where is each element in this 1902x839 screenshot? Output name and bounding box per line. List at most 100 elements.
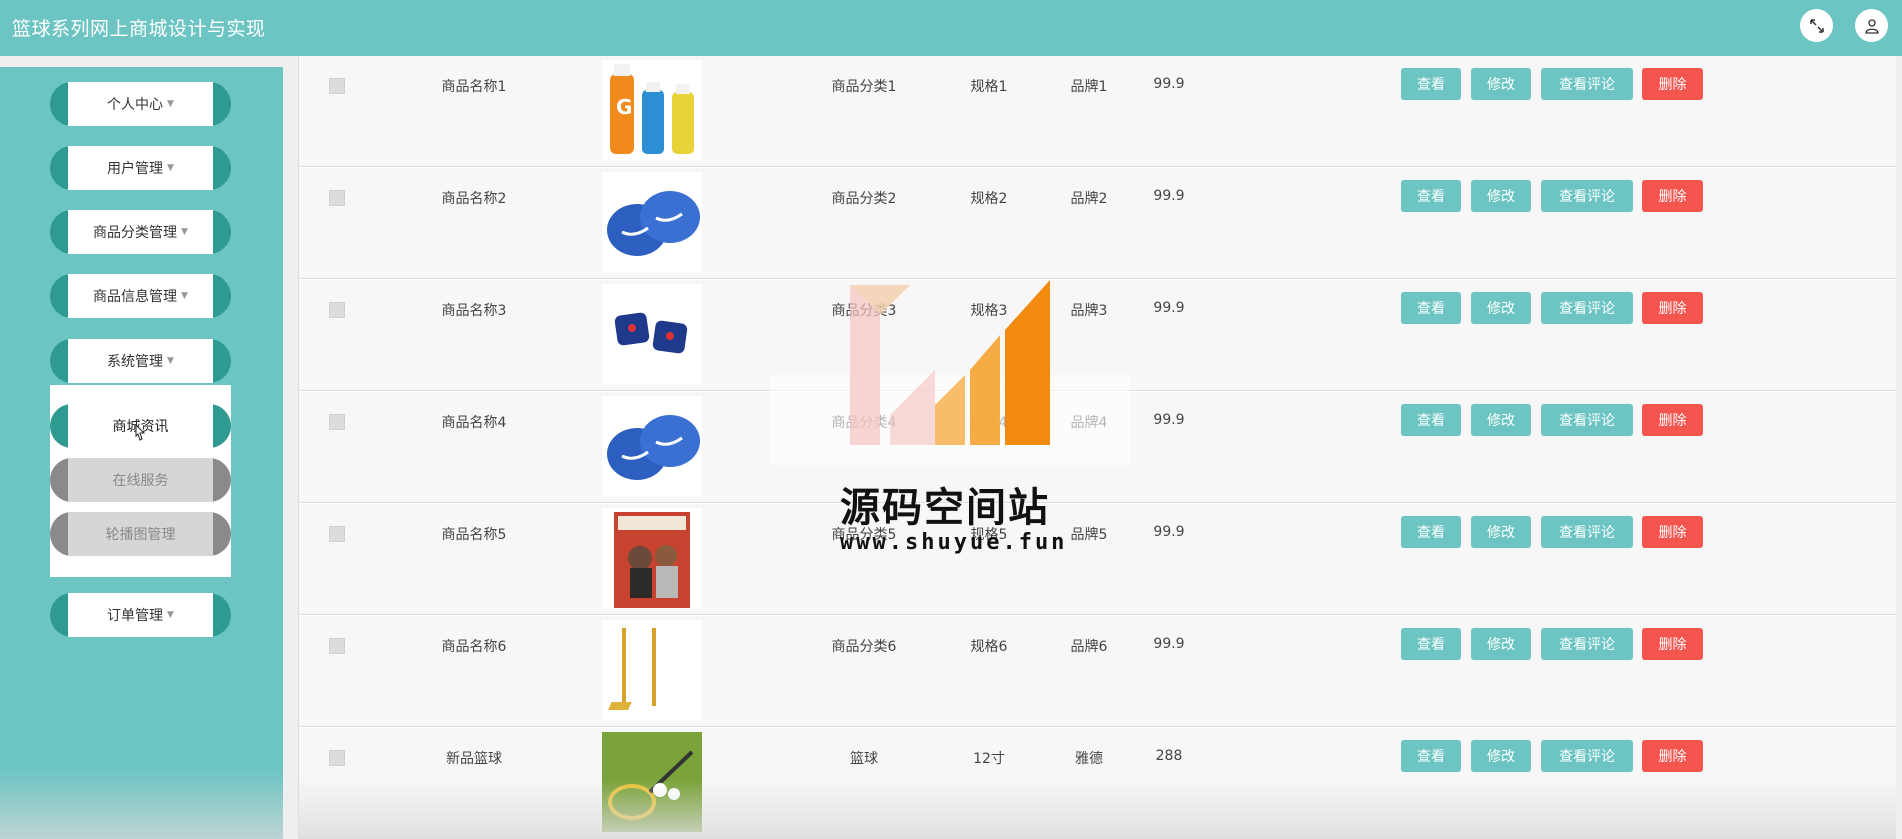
view-comments-button[interactable]: 查看评论 (1541, 180, 1633, 212)
product-spec: 规格1 (970, 79, 1008, 95)
row-checkbox[interactable] (329, 78, 345, 94)
view-comments-button[interactable]: 查看评论 (1541, 292, 1633, 324)
sidebar-item-product-management[interactable]: 商品信息管理 ▼ (50, 274, 231, 318)
product-name: 商品名称2 (441, 191, 507, 207)
delete-button[interactable]: 删除 (1642, 68, 1703, 100)
product-price: 99.9 (1153, 524, 1185, 540)
product-name: 商品名称6 (441, 639, 507, 655)
user-icon[interactable] (1855, 9, 1888, 42)
product-name: 商品名称5 (441, 527, 507, 543)
view-comments-button[interactable]: 查看评论 (1541, 628, 1633, 660)
sidebar-item-category-management[interactable]: 商品分类管理 ▼ (50, 210, 231, 254)
edit-button[interactable]: 修改 (1471, 740, 1531, 772)
delete-button[interactable]: 删除 (1642, 180, 1703, 212)
delete-button[interactable]: 删除 (1642, 516, 1703, 548)
sidebar-bottom-fade (0, 769, 283, 839)
sidebar-item-label: 商品信息管理 (93, 289, 178, 305)
product-name: 商品名称1 (441, 79, 507, 95)
expand-icon[interactable] (1800, 9, 1833, 42)
product-category: 商品分类2 (831, 191, 897, 207)
product-image (602, 284, 702, 384)
product-price: 99.9 (1153, 636, 1185, 652)
delete-button[interactable]: 删除 (1642, 292, 1703, 324)
view-button[interactable]: 查看 (1401, 180, 1461, 212)
edit-button[interactable]: 修改 (1471, 628, 1531, 660)
product-spec: 12寸 (973, 751, 1005, 767)
view-button[interactable]: 查看 (1401, 68, 1461, 100)
row-checkbox[interactable] (329, 526, 345, 542)
sidebar-item-order-management[interactable]: 订单管理 ▼ (50, 593, 231, 637)
app-title: 篮球系列网上商城设计与实现 (12, 18, 266, 40)
table-row: 商品名称2 商品分类2 规格2 品牌2 99.9 查看 修改 查看评论 删除 (299, 168, 1896, 279)
caret-down-icon: ▼ (181, 291, 188, 301)
product-spec: 规格6 (970, 639, 1008, 655)
delete-button[interactable]: 删除 (1642, 628, 1703, 660)
caret-down-icon: ▼ (167, 610, 174, 620)
product-brand: 品牌3 (1070, 303, 1108, 319)
sidebar-item-system-management[interactable]: 系统管理 ▼ (50, 339, 231, 383)
sidebar: 个人中心 ▼ 用户管理 ▼ 商品分类管理 ▼ 商品信息管理 ▼ 系统管理 ▼ 商城资讯 在… (0, 67, 283, 839)
product-price: 99.9 (1153, 188, 1185, 204)
view-button[interactable]: 查看 (1401, 628, 1461, 660)
product-name: 商品名称4 (441, 415, 507, 431)
submenu-item-label: 在线服务 (68, 458, 213, 502)
product-brand: 品牌2 (1070, 191, 1108, 207)
product-image (602, 508, 702, 608)
product-brand: 品牌4 (1070, 415, 1108, 431)
edit-button[interactable]: 修改 (1471, 68, 1531, 100)
edit-button[interactable]: 修改 (1471, 292, 1531, 324)
product-spec: 规格3 (970, 303, 1008, 319)
view-comments-button[interactable]: 查看评论 (1541, 404, 1633, 436)
edit-button[interactable]: 修改 (1471, 404, 1531, 436)
product-category: 商品分类6 (831, 639, 897, 655)
product-spec: 规格4 (970, 415, 1008, 431)
row-checkbox[interactable] (329, 302, 345, 318)
view-button[interactable]: 查看 (1401, 740, 1461, 772)
edit-button[interactable]: 修改 (1471, 180, 1531, 212)
product-brand: 雅德 (1075, 751, 1103, 767)
table-row: 商品名称4 商品分类4 规格4 品牌4 99.9 查看 修改 查看评论 删除 (299, 392, 1896, 503)
product-image (602, 172, 702, 272)
product-spec: 规格5 (970, 527, 1008, 543)
table-row: 商品名称5 商品分类5 规格5 品牌5 99.9 查看 修改 查看评论 删除 (299, 504, 1896, 615)
sidebar-item-label: 商品分类管理 (93, 225, 178, 241)
product-image: G (602, 60, 702, 160)
row-checkbox[interactable] (329, 750, 345, 766)
view-button[interactable]: 查看 (1401, 292, 1461, 324)
product-brand: 品牌6 (1070, 639, 1108, 655)
edit-button[interactable]: 修改 (1471, 516, 1531, 548)
row-checkbox[interactable] (329, 638, 345, 654)
view-button[interactable]: 查看 (1401, 404, 1461, 436)
product-image (602, 396, 702, 496)
product-category: 篮球 (850, 751, 878, 767)
product-category: 商品分类1 (831, 79, 897, 95)
system-submenu: 商城资讯 在线服务 轮播图管理 (50, 385, 231, 577)
sidebar-item-label: 个人中心 (107, 97, 164, 113)
product-price: 99.9 (1153, 300, 1185, 316)
view-comments-button[interactable]: 查看评论 (1541, 68, 1633, 100)
svg-text:G: G (616, 95, 632, 119)
view-comments-button[interactable]: 查看评论 (1541, 740, 1633, 772)
sidebar-item-user-management[interactable]: 用户管理 ▼ (50, 146, 231, 190)
delete-button[interactable]: 删除 (1642, 740, 1703, 772)
product-image (602, 732, 702, 832)
top-bar: 篮球系列网上商城设计与实现 (0, 0, 1902, 56)
sidebar-item-label: 订单管理 (107, 608, 164, 624)
caret-down-icon: ▼ (167, 356, 174, 366)
row-checkbox[interactable] (329, 414, 345, 430)
submenu-item-online-service[interactable]: 在线服务 (50, 458, 231, 502)
view-button[interactable]: 查看 (1401, 516, 1461, 548)
view-comments-button[interactable]: 查看评论 (1541, 516, 1633, 548)
product-image (574, 620, 702, 720)
row-checkbox[interactable] (329, 190, 345, 206)
product-category: 商品分类3 (831, 303, 897, 319)
table-row: 商品名称3 商品分类3 规格3 品牌3 99.9 查看 修改 查看评论 删除 (299, 280, 1896, 391)
caret-down-icon: ▼ (167, 99, 174, 109)
submenu-item-label: 轮播图管理 (68, 512, 213, 556)
delete-button[interactable]: 删除 (1642, 404, 1703, 436)
table-row: 商品名称1 G 商品分类1 规格1 品牌1 99.9 查看 修改 查看评论 删除 (299, 56, 1896, 167)
product-brand: 品牌5 (1070, 527, 1108, 543)
product-price: 99.9 (1153, 76, 1185, 92)
submenu-item-carousel-management[interactable]: 轮播图管理 (50, 512, 231, 556)
sidebar-item-personal-center[interactable]: 个人中心 ▼ (50, 82, 231, 126)
